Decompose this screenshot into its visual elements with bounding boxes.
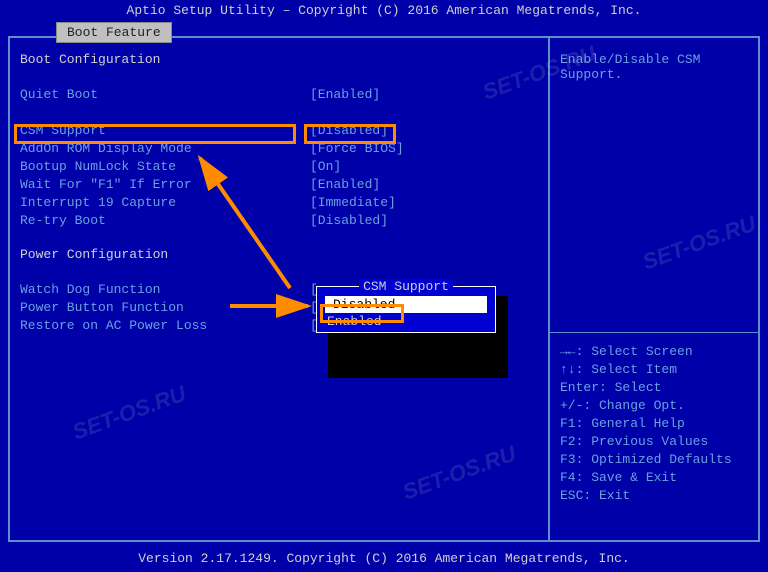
divider — [550, 332, 758, 333]
help-f2: F2: Previous Values — [560, 433, 748, 451]
label: Restore on AC Power Loss — [20, 318, 310, 333]
label: AddOn ROM Display Mode — [20, 141, 310, 156]
tab-boot-feature[interactable]: Boot Feature — [56, 22, 172, 43]
item-int19[interactable]: Interrupt 19 Capture [Immediate] — [20, 193, 538, 211]
label: Wait For "F1" If Error — [20, 177, 310, 192]
help-enter: Enter: Select — [560, 379, 748, 397]
bios-title: Aptio Setup Utility – Copyright (C) 2016… — [0, 0, 768, 22]
help-f3: F3: Optimized Defaults — [560, 451, 748, 469]
bios-version-footer: Version 2.17.1249. Copyright (C) 2016 Am… — [0, 551, 768, 566]
value: [Enabled] — [310, 87, 380, 102]
label: Re-try Boot — [20, 213, 310, 228]
value: [Enabled] — [310, 177, 380, 192]
label: Bootup NumLock State — [20, 159, 310, 174]
item-numlock[interactable]: Bootup NumLock State [On] — [20, 157, 538, 175]
item-wait-f1[interactable]: Wait For "F1" If Error [Enabled] — [20, 175, 538, 193]
help-change-opt: +/-: Change Opt. — [560, 397, 748, 415]
settings-panel: Boot Configuration Quiet Boot [Enabled] … — [10, 38, 548, 540]
value: [Force BIOS] — [310, 141, 404, 156]
section-power-config: Power Configuration — [20, 247, 538, 262]
label: Watch Dog Function — [20, 282, 310, 297]
popup-option-disabled[interactable]: Disabled — [325, 296, 487, 313]
popup-title: CSM Support — [319, 279, 493, 294]
item-retry-boot[interactable]: Re-try Boot [Disabled] — [20, 211, 538, 229]
help-panel: Enable/Disable CSM Support. →←: Select S… — [548, 38, 758, 540]
value: [Disabled] — [310, 213, 388, 228]
help-select-item: ↑↓: Select Item — [560, 361, 748, 379]
section-boot-config: Boot Configuration — [20, 52, 538, 67]
help-description: Enable/Disable CSM Support. — [560, 52, 748, 82]
value: [Disabled] — [310, 123, 388, 138]
value: [Immediate] — [310, 195, 396, 210]
label: Interrupt 19 Capture — [20, 195, 310, 210]
popup-csm-support: CSM Support Disabled Enabled — [316, 286, 496, 333]
label: Power Button Function — [20, 300, 310, 315]
item-csm-support[interactable]: CSM Support [Disabled] — [20, 121, 538, 139]
bios-frame: Boot Configuration Quiet Boot [Enabled] … — [8, 36, 760, 542]
popup-option-enabled[interactable]: Enabled — [319, 313, 493, 330]
item-quiet-boot[interactable]: Quiet Boot [Enabled] — [20, 85, 538, 103]
help-f4: F4: Save & Exit — [560, 469, 748, 487]
label: Quiet Boot — [20, 87, 310, 102]
help-f1: F1: General Help — [560, 415, 748, 433]
help-esc: ESC: Exit — [560, 487, 748, 505]
help-select-screen: →←: Select Screen — [560, 343, 748, 361]
value: [On] — [310, 159, 341, 174]
label: CSM Support — [20, 123, 310, 138]
item-addon-rom[interactable]: AddOn ROM Display Mode [Force BIOS] — [20, 139, 538, 157]
